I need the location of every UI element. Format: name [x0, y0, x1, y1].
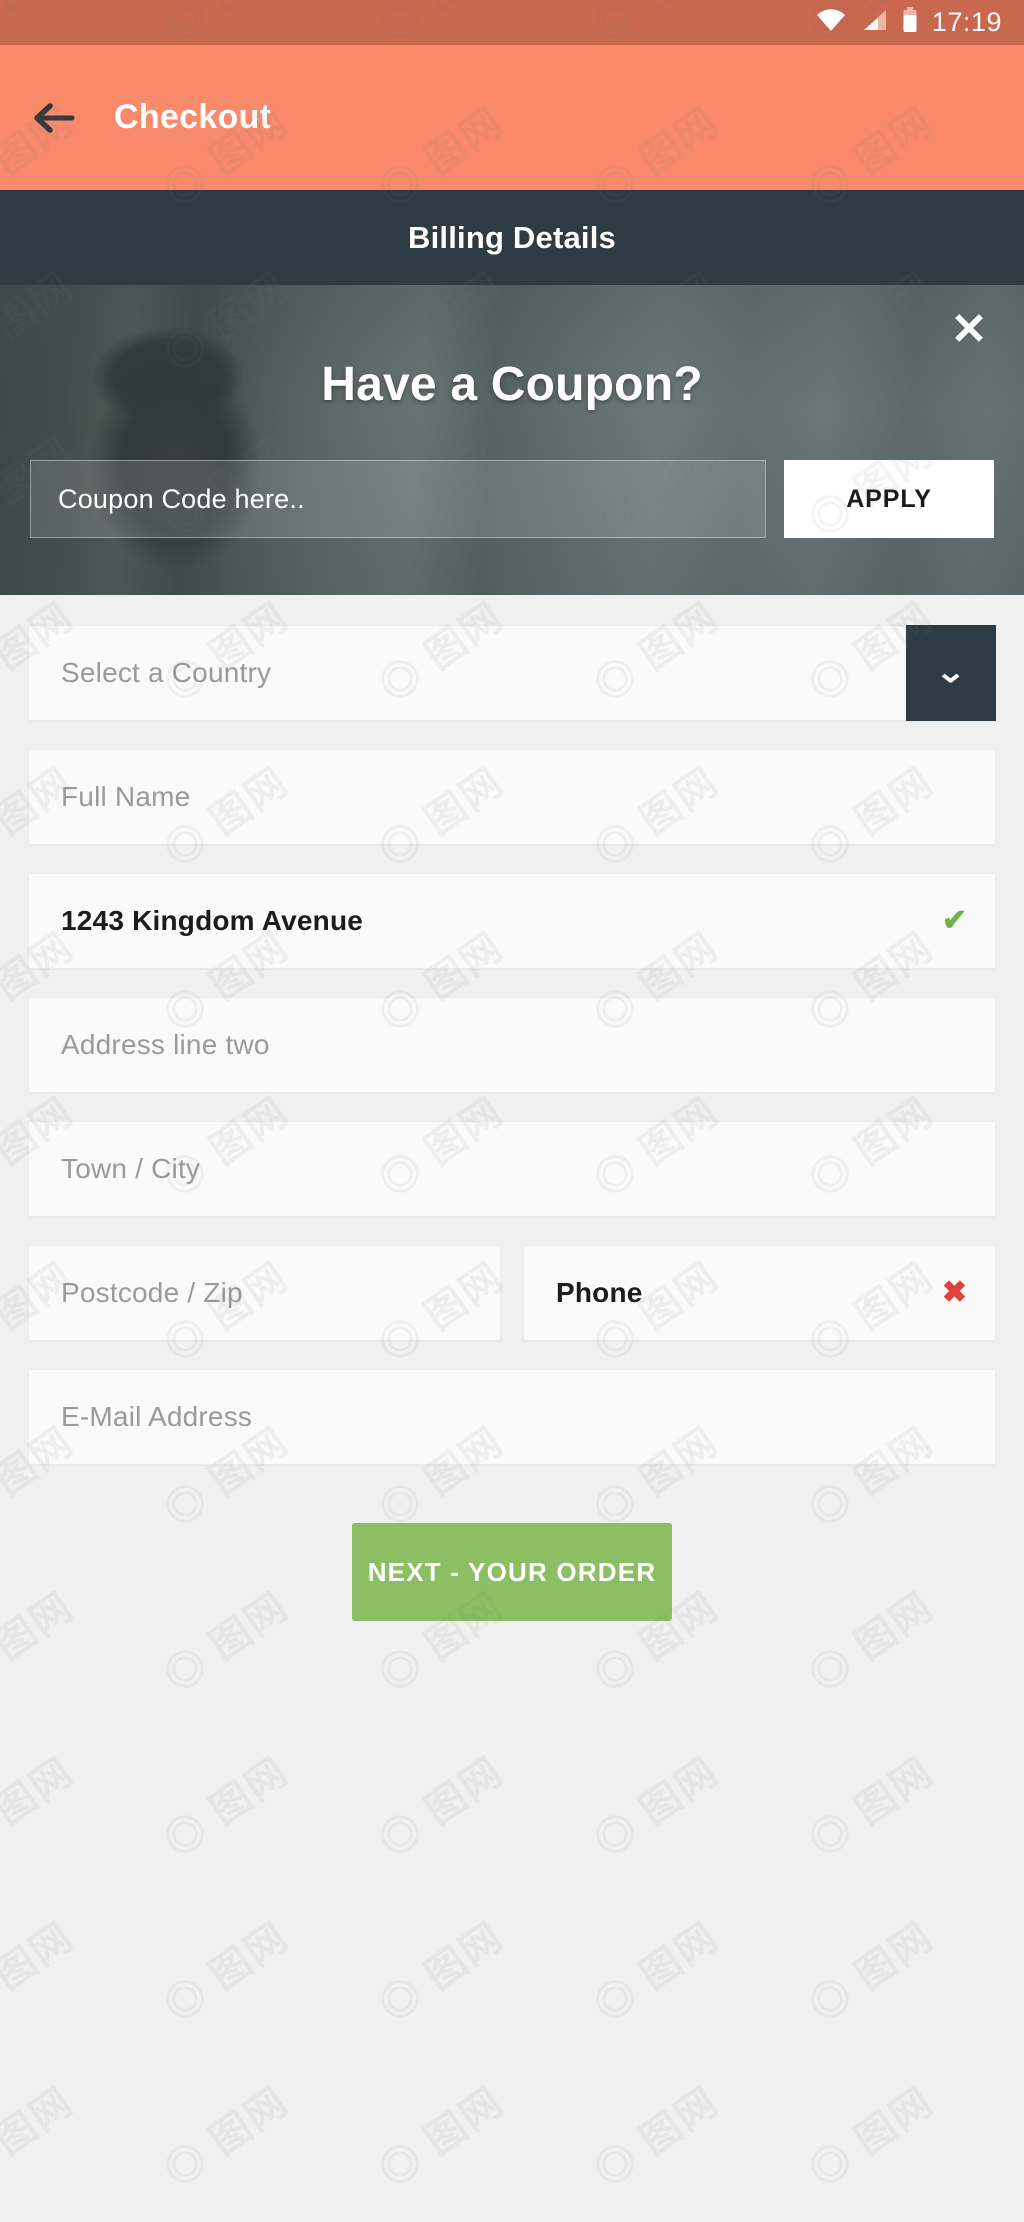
watermark-mark: ◎ 图网 — [0, 2079, 82, 2195]
page-title: Checkout — [114, 98, 272, 136]
town-city-field[interactable]: Town / City — [28, 1121, 996, 1217]
battery-icon — [902, 7, 918, 38]
signal-icon — [860, 8, 888, 37]
full-name-label: Full Name — [61, 781, 191, 812]
watermark-mark: ◎ 图网 — [802, 1749, 942, 1866]
valid-check-icon: ✔ — [941, 904, 967, 937]
watermark-mark: ◎ 图网 — [587, 1914, 727, 2031]
watermark-mark: ◎ 图网 — [157, 1749, 297, 1866]
address-line-two-field[interactable]: Address line two — [28, 997, 996, 1093]
phone-value: Phone — [556, 1277, 643, 1308]
country-select[interactable]: Select a Country ⌄ — [28, 625, 996, 721]
postcode-phone-row: Postcode / Zip Phone ✖ — [28, 1245, 996, 1369]
watermark-mark: ◎ 图网 — [802, 1914, 942, 2031]
next-your-order-button[interactable]: NEXT - YOUR ORDER — [352, 1523, 672, 1621]
phone-field[interactable]: Phone ✖ — [523, 1245, 996, 1341]
wifi-icon — [816, 8, 846, 37]
form-footer: NEXT - YOUR ORDER — [0, 1493, 1024, 1661]
watermark-mark: ◎ 图网 — [157, 2079, 297, 2196]
watermark-mark: ◎ 图网 — [0, 1914, 82, 2030]
watermark-mark: ◎ 图网 — [587, 2079, 727, 2196]
coupon-form-row: Coupon Code here.. APPLY — [30, 460, 994, 538]
apply-coupon-button[interactable]: APPLY — [784, 460, 994, 538]
billing-details-bar: Billing Details — [0, 190, 1024, 285]
full-name-field[interactable]: Full Name — [28, 749, 996, 845]
watermark-mark: ◎ 图网 — [0, 1749, 82, 1865]
section-title: Billing Details — [408, 219, 616, 255]
watermark-mark: ◎ 图网 — [802, 2079, 942, 2196]
town-city-label: Town / City — [61, 1153, 201, 1184]
coupon-hero: ✕ Have a Coupon? Coupon Code here.. APPL… — [0, 285, 1024, 595]
email-label: E-Mail Address — [61, 1401, 253, 1432]
watermark-mark: ◎ 图网 — [157, 1914, 297, 2031]
close-icon[interactable]: ✕ — [940, 301, 998, 359]
email-field[interactable]: E-Mail Address — [28, 1369, 996, 1465]
address-line-two-label: Address line two — [61, 1029, 270, 1060]
watermark-mark: ◎ 图网 — [587, 1749, 727, 1866]
status-bar-clock: 17:19 — [931, 7, 1002, 37]
back-arrow-icon[interactable] — [30, 95, 76, 141]
app-bar: Checkout — [0, 45, 1024, 190]
address-line-one-value: 1243 Kingdom Avenue — [61, 905, 364, 936]
postcode-label: Postcode / Zip — [61, 1277, 243, 1308]
watermark-mark: ◎ 图网 — [1017, 2079, 1024, 2196]
country-select-label: Select a Country — [61, 657, 272, 688]
coupon-title: Have a Coupon? — [321, 358, 703, 411]
postcode-field[interactable]: Postcode / Zip — [28, 1245, 501, 1341]
hero-background-photo — [0, 285, 1024, 595]
invalid-cross-icon: ✖ — [941, 1276, 967, 1309]
watermark-mark: ◎ 图网 — [372, 2079, 512, 2196]
status-bar: 17:19 — [0, 0, 1024, 45]
watermark-mark: ◎ 图网 — [1017, 1914, 1024, 2031]
chevron-down-icon[interactable]: ⌄ — [906, 625, 996, 721]
billing-form: Select a Country ⌄ Full Name 1243 Kingdo… — [0, 595, 1024, 1465]
watermark-mark: ◎ 图网 — [1017, 1749, 1024, 1866]
watermark-mark: ◎ 图网 — [372, 1914, 512, 2031]
coupon-code-input[interactable]: Coupon Code here.. — [30, 460, 766, 538]
address-line-one-field[interactable]: 1243 Kingdom Avenue ✔ — [28, 873, 996, 969]
watermark-mark: ◎ 图网 — [372, 1749, 512, 1866]
